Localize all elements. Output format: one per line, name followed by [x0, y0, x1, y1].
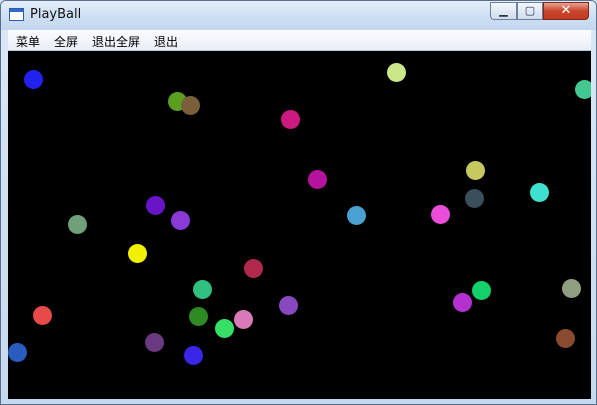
- ball: [145, 333, 164, 352]
- title-bar[interactable]: PlayBall ▁ ▢ ✕: [1, 1, 596, 30]
- ball: [8, 343, 27, 362]
- ball: [193, 280, 212, 299]
- ball: [244, 259, 263, 278]
- menu-item-fullscreen[interactable]: 全屏: [54, 33, 78, 50]
- minimize-button[interactable]: ▁: [490, 2, 517, 20]
- menu-bar: 菜单 全屏 退出全屏 退出: [8, 30, 591, 51]
- ball: [431, 205, 450, 224]
- window-title: PlayBall: [30, 7, 82, 22]
- ball: [387, 63, 406, 82]
- menu-item-menu[interactable]: 菜单: [16, 33, 40, 50]
- app-window: PlayBall ▁ ▢ ✕ 菜单 全屏 退出全屏 退出: [0, 0, 597, 405]
- maximize-icon: ▢: [524, 4, 536, 17]
- ball: [575, 80, 591, 99]
- ball: [146, 196, 165, 215]
- ball-canvas[interactable]: [8, 51, 591, 399]
- close-button[interactable]: ✕: [543, 2, 589, 20]
- ball: [281, 110, 300, 129]
- ball: [465, 189, 484, 208]
- ball: [530, 183, 549, 202]
- minimize-icon: ▁: [499, 4, 508, 17]
- ball: [472, 281, 491, 300]
- ball: [234, 310, 253, 329]
- ball: [184, 346, 203, 365]
- ball: [308, 170, 327, 189]
- ball: [189, 307, 208, 326]
- menu-item-exit-fullscreen[interactable]: 退出全屏: [92, 33, 140, 50]
- ball: [24, 70, 43, 89]
- ball: [181, 96, 200, 115]
- menu-item-exit[interactable]: 退出: [154, 33, 178, 50]
- ball: [562, 279, 581, 298]
- maximize-button[interactable]: ▢: [517, 2, 543, 20]
- ball: [556, 329, 575, 348]
- ball: [279, 296, 298, 315]
- ball: [215, 319, 234, 338]
- ball: [466, 161, 485, 180]
- ball: [128, 244, 147, 263]
- ball: [347, 206, 366, 225]
- ball: [33, 306, 52, 325]
- close-icon: ✕: [560, 3, 572, 18]
- ball: [453, 293, 472, 312]
- window-icon: [9, 8, 24, 21]
- ball: [68, 215, 87, 234]
- ball: [171, 211, 190, 230]
